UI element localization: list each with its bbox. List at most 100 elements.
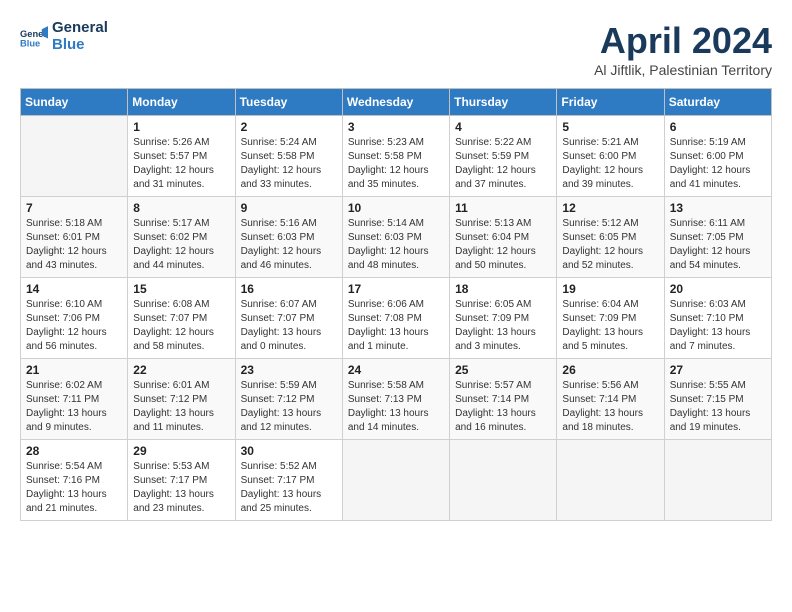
day-info: Sunrise: 6:06 AM Sunset: 7:08 PM Dayligh… <box>348 298 444 354</box>
month-title: April 2024 <box>594 20 772 62</box>
calendar-cell: 13 Sunrise: 6:11 AM Sunset: 7:05 PM Dayli… <box>664 197 771 278</box>
weekday-header-row: SundayMondayTuesdayWednesdayThursdayFrid… <box>21 89 772 116</box>
day-number: 4 <box>455 120 551 134</box>
calendar-cell: 15 Sunrise: 6:08 AM Sunset: 7:07 PM Dayli… <box>128 278 235 359</box>
calendar-cell: 7 Sunrise: 5:18 AM Sunset: 6:01 PM Daylig… <box>21 197 128 278</box>
calendar-cell: 22Sunrise: 6:01 AM Sunset: 7:12 PM Dayli… <box>128 359 235 440</box>
week-row-5: 28 Sunrise: 5:54 AM Sunset: 7:16 PM Dayli… <box>21 440 772 521</box>
weekday-header-monday: Monday <box>128 89 235 116</box>
logo: General Blue General Blue <box>20 20 108 53</box>
svg-text:Blue: Blue <box>20 38 40 48</box>
weekday-header-thursday: Thursday <box>450 89 557 116</box>
day-number: 12 <box>562 201 658 215</box>
day-number: 11 <box>455 201 551 215</box>
day-info: Sunrise: 5:56 AM Sunset: 7:14 PM Dayligh… <box>562 379 658 435</box>
calendar-cell: 21Sunrise: 6:02 AM Sunset: 7:11 PM Dayli… <box>21 359 128 440</box>
calendar-cell: 29 Sunrise: 5:53 AM Sunset: 7:17 PM Dayli… <box>128 440 235 521</box>
day-number: 26 <box>562 363 658 377</box>
calendar-cell: 23 Sunrise: 5:59 AM Sunset: 7:12 PM Dayli… <box>235 359 342 440</box>
day-number: 24 <box>348 363 444 377</box>
day-info: Sunrise: 5:14 AM Sunset: 6:03 PM Dayligh… <box>348 217 444 273</box>
week-row-1: 1Sunrise: 5:26 AM Sunset: 5:57 PM Daylig… <box>21 116 772 197</box>
day-info: Sunrise: 6:04 AM Sunset: 7:09 PM Dayligh… <box>562 298 658 354</box>
day-number: 19 <box>562 282 658 296</box>
day-info: Sunrise: 5:17 AM Sunset: 6:02 PM Dayligh… <box>133 217 229 273</box>
calendar-cell: 30 Sunrise: 5:52 AM Sunset: 7:17 PM Dayli… <box>235 440 342 521</box>
day-number: 27 <box>670 363 766 377</box>
calendar-cell: 27 Sunrise: 5:55 AM Sunset: 7:15 PM Dayli… <box>664 359 771 440</box>
day-info: Sunrise: 5:54 AM Sunset: 7:16 PM Dayligh… <box>26 460 122 516</box>
day-info: Sunrise: 5:59 AM Sunset: 7:12 PM Dayligh… <box>241 379 337 435</box>
calendar-cell: 26 Sunrise: 5:56 AM Sunset: 7:14 PM Dayli… <box>557 359 664 440</box>
calendar-cell: 12 Sunrise: 5:12 AM Sunset: 6:05 PM Dayli… <box>557 197 664 278</box>
weekday-header-tuesday: Tuesday <box>235 89 342 116</box>
day-info: Sunrise: 5:16 AM Sunset: 6:03 PM Dayligh… <box>241 217 337 273</box>
day-number: 29 <box>133 444 229 458</box>
calendar-cell: 18 Sunrise: 6:05 AM Sunset: 7:09 PM Dayli… <box>450 278 557 359</box>
calendar-cell: 20 Sunrise: 6:03 AM Sunset: 7:10 PM Dayli… <box>664 278 771 359</box>
day-number: 17 <box>348 282 444 296</box>
day-info: Sunrise: 6:11 AM Sunset: 7:05 PM Dayligh… <box>670 217 766 273</box>
day-info: Sunrise: 6:08 AM Sunset: 7:07 PM Dayligh… <box>133 298 229 354</box>
calendar-cell: 14 Sunrise: 6:10 AM Sunset: 7:06 PM Dayli… <box>21 278 128 359</box>
calendar-cell: 9 Sunrise: 5:16 AM Sunset: 6:03 PM Daylig… <box>235 197 342 278</box>
day-info: Sunrise: 5:23 AM Sunset: 5:58 PM Dayligh… <box>348 136 444 192</box>
day-info: Sunrise: 5:53 AM Sunset: 7:17 PM Dayligh… <box>133 460 229 516</box>
day-info: Sunrise: 5:52 AM Sunset: 7:17 PM Dayligh… <box>241 460 337 516</box>
calendar-cell: 5Sunrise: 5:21 AM Sunset: 6:00 PM Daylig… <box>557 116 664 197</box>
calendar-cell: 4 Sunrise: 5:22 AM Sunset: 5:59 PM Daylig… <box>450 116 557 197</box>
day-number: 8 <box>133 201 229 215</box>
calendar-cell <box>664 440 771 521</box>
day-number: 13 <box>670 201 766 215</box>
weekday-header-sunday: Sunday <box>21 89 128 116</box>
week-row-4: 21Sunrise: 6:02 AM Sunset: 7:11 PM Dayli… <box>21 359 772 440</box>
calendar-cell: 16Sunrise: 6:07 AM Sunset: 7:07 PM Dayli… <box>235 278 342 359</box>
day-number: 18 <box>455 282 551 296</box>
day-info: Sunrise: 6:03 AM Sunset: 7:10 PM Dayligh… <box>670 298 766 354</box>
day-number: 23 <box>241 363 337 377</box>
calendar-cell: 25Sunrise: 5:57 AM Sunset: 7:14 PM Dayli… <box>450 359 557 440</box>
day-number: 6 <box>670 120 766 134</box>
calendar-cell: 1Sunrise: 5:26 AM Sunset: 5:57 PM Daylig… <box>128 116 235 197</box>
calendar-cell: 24 Sunrise: 5:58 AM Sunset: 7:13 PM Dayli… <box>342 359 449 440</box>
calendar-cell <box>342 440 449 521</box>
day-info: Sunrise: 5:18 AM Sunset: 6:01 PM Dayligh… <box>26 217 122 273</box>
day-info: Sunrise: 6:10 AM Sunset: 7:06 PM Dayligh… <box>26 298 122 354</box>
day-number: 15 <box>133 282 229 296</box>
day-info: Sunrise: 6:05 AM Sunset: 7:09 PM Dayligh… <box>455 298 551 354</box>
day-number: 25 <box>455 363 551 377</box>
day-info: Sunrise: 5:55 AM Sunset: 7:15 PM Dayligh… <box>670 379 766 435</box>
day-number: 20 <box>670 282 766 296</box>
day-info: Sunrise: 5:19 AM Sunset: 6:00 PM Dayligh… <box>670 136 766 192</box>
logo-blue: Blue <box>52 37 108 54</box>
day-info: Sunrise: 5:24 AM Sunset: 5:58 PM Dayligh… <box>241 136 337 192</box>
day-number: 28 <box>26 444 122 458</box>
calendar-table: SundayMondayTuesdayWednesdayThursdayFrid… <box>20 88 772 521</box>
day-number: 22 <box>133 363 229 377</box>
day-number: 7 <box>26 201 122 215</box>
day-number: 14 <box>26 282 122 296</box>
weekday-header-friday: Friday <box>557 89 664 116</box>
day-info: Sunrise: 5:21 AM Sunset: 6:00 PM Dayligh… <box>562 136 658 192</box>
day-info: Sunrise: 5:22 AM Sunset: 5:59 PM Dayligh… <box>455 136 551 192</box>
day-number: 2 <box>241 120 337 134</box>
weekday-header-wednesday: Wednesday <box>342 89 449 116</box>
calendar-cell: 8 Sunrise: 5:17 AM Sunset: 6:02 PM Daylig… <box>128 197 235 278</box>
day-number: 9 <box>241 201 337 215</box>
week-row-3: 14 Sunrise: 6:10 AM Sunset: 7:06 PM Dayli… <box>21 278 772 359</box>
page-header: General Blue General Blue April 2024 Al … <box>20 20 772 78</box>
day-number: 30 <box>241 444 337 458</box>
logo-general: General <box>52 20 108 37</box>
day-number: 21 <box>26 363 122 377</box>
day-number: 1 <box>133 120 229 134</box>
calendar-cell: 28 Sunrise: 5:54 AM Sunset: 7:16 PM Dayli… <box>21 440 128 521</box>
calendar-cell: 10Sunrise: 5:14 AM Sunset: 6:03 PM Dayli… <box>342 197 449 278</box>
calendar-cell: 2 Sunrise: 5:24 AM Sunset: 5:58 PM Daylig… <box>235 116 342 197</box>
calendar-cell: 3Sunrise: 5:23 AM Sunset: 5:58 PM Daylig… <box>342 116 449 197</box>
calendar-cell: 19 Sunrise: 6:04 AM Sunset: 7:09 PM Dayli… <box>557 278 664 359</box>
day-info: Sunrise: 6:07 AM Sunset: 7:07 PM Dayligh… <box>241 298 337 354</box>
day-info: Sunrise: 5:12 AM Sunset: 6:05 PM Dayligh… <box>562 217 658 273</box>
day-info: Sunrise: 5:58 AM Sunset: 7:13 PM Dayligh… <box>348 379 444 435</box>
calendar-cell <box>557 440 664 521</box>
calendar-cell: 11Sunrise: 5:13 AM Sunset: 6:04 PM Dayli… <box>450 197 557 278</box>
